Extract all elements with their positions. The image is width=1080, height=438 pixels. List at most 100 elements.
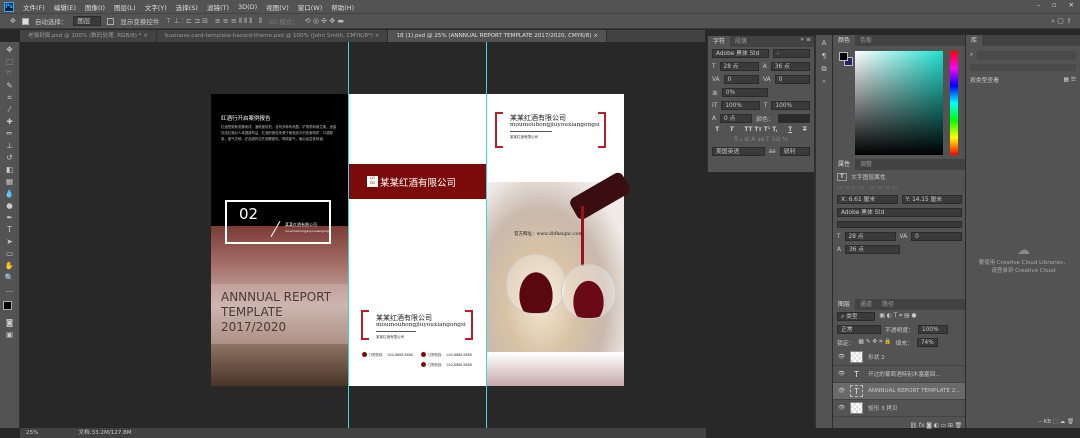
lasso-tool-icon[interactable]: ➰ <box>5 69 14 78</box>
tab-doc-1[interactable]: 老猫封面.psd @ 100% (数码处理, RGB/8) * × <box>20 30 157 42</box>
filter-icons[interactable]: ▣ ◐ T ⌗ ▤ ● <box>879 313 916 320</box>
screen-mode-icon[interactable]: ▣ <box>6 330 13 339</box>
tab-channels[interactable]: 通道 <box>855 299 877 310</box>
panel-menu-icon[interactable]: » ≡ <box>800 36 814 47</box>
fill-input[interactable]: 74% <box>916 338 938 347</box>
menu-view[interactable]: 视图(V) <box>266 2 289 12</box>
font-size-input[interactable]: 28 点 <box>719 62 759 71</box>
search-share-icons[interactable]: ⌕ ▢ ⇪ <box>1051 17 1072 26</box>
hand-tool-icon[interactable]: ✋ <box>5 261 14 270</box>
3d-tools-icons[interactable]: ⟲ ◎ ✣ ✥ ▬ <box>305 17 344 25</box>
document[interactable]: 红酒行开启案例报告 红酒是葡萄发酵而成，酒精度较低，含有多种有机酸、矿物质和维生… <box>211 94 632 386</box>
guide-line[interactable] <box>486 42 487 428</box>
menu-3d[interactable]: 3D(D) <box>238 3 257 11</box>
character-panel-icon[interactable]: A <box>822 39 827 47</box>
tab-character[interactable]: 字符 <box>708 36 731 47</box>
zoom-level[interactable]: 25% <box>26 428 38 438</box>
layer-footer-buttons[interactable]: ⛓ fx ◙ ◐ ▭ ⊞ 🗑 <box>833 421 966 431</box>
maximize-button[interactable]: ▫ <box>1052 1 1056 9</box>
crop-tool-icon[interactable]: ⌗ <box>7 93 11 102</box>
tab-libraries[interactable]: 库 <box>966 35 983 46</box>
char-styles-icon[interactable]: ⧉ <box>822 65 827 74</box>
menu-type[interactable]: 文字(Y) <box>145 2 167 12</box>
opacity-input[interactable]: 100% <box>918 325 948 334</box>
move-tool-icon[interactable]: ✥ <box>10 17 16 25</box>
x-position-input[interactable]: X: 6.61 厘米 <box>837 195 898 204</box>
properties-font-select[interactable]: Adobe 黑体 Std <box>837 208 962 217</box>
horizontal-scale-input[interactable]: 100% <box>771 101 810 110</box>
para-styles-icon[interactable]: ᴬ <box>822 79 825 87</box>
brush-tool-icon[interactable]: ✏ <box>6 129 12 138</box>
menu-layer[interactable]: 图层(L) <box>114 2 136 12</box>
tab-color[interactable]: 颜色 <box>833 35 856 46</box>
grid-list-view-icons[interactable]: ▦ ☰ <box>1063 77 1076 83</box>
menu-select[interactable]: 选择(S) <box>176 2 198 12</box>
guide-line[interactable] <box>348 42 349 428</box>
paragraph-panel-icon[interactable]: ¶ <box>822 52 826 60</box>
marquee-tool-icon[interactable]: ⬚ <box>6 57 13 66</box>
dodge-tool-icon[interactable]: ● <box>6 201 13 210</box>
tab-layers[interactable]: 图层 <box>833 299 856 310</box>
tab-doc-3[interactable]: 18 (1).psd @ 25% (ANNNUAL REPORT TEMPLAT… <box>388 30 608 42</box>
view-by-type-dropdown[interactable]: 按类型查看 <box>970 75 999 84</box>
more-tools-icon[interactable]: … <box>6 285 14 294</box>
quick-select-tool-icon[interactable]: ✎ <box>6 81 12 90</box>
healing-tool-icon[interactable]: ✚ <box>6 117 12 126</box>
text-color-swatch[interactable] <box>777 114 810 123</box>
tracking-input[interactable]: 0 <box>774 75 810 84</box>
text-style-buttons[interactable]: T T TT Tт T¹ T, T T <box>708 125 814 135</box>
layer-item[interactable]: 👁 T 开过的葡萄酒特别木塞塞回... <box>833 366 966 383</box>
properties-leading-input[interactable]: 36 点 <box>844 245 901 254</box>
font-style-select[interactable]: - <box>772 49 810 58</box>
stamp-tool-icon[interactable]: ⊥ <box>6 141 13 150</box>
cc-login-link[interactable]: 请登录到 Creative Cloud <box>966 266 1080 274</box>
close-button[interactable]: ✕ <box>1069 1 1074 9</box>
menu-help[interactable]: 帮助(H) <box>331 2 354 12</box>
zoom-tool-icon[interactable]: 🔍 <box>5 273 14 282</box>
tab-adjustments[interactable]: 调整 <box>855 159 877 170</box>
shape-tool-icon[interactable]: ▭ <box>6 249 13 258</box>
layer-item[interactable]: 👁 矩形 3 拷贝 <box>833 400 966 417</box>
opentype-buttons[interactable]: fi ℴ st A aa T 1st ½ <box>708 135 814 145</box>
kerning-input[interactable]: 0 <box>723 75 759 84</box>
foreground-color[interactable] <box>839 52 848 61</box>
blur-tool-icon[interactable]: 💧 <box>5 189 14 198</box>
visibility-eye-icon[interactable]: 👁 <box>838 405 845 411</box>
pen-tool-icon[interactable]: ✒ <box>6 213 12 222</box>
menu-edit[interactable]: 编辑(E) <box>54 2 76 12</box>
hue-slider[interactable] <box>950 51 958 155</box>
type-tool-icon[interactable]: T <box>7 225 12 234</box>
foreground-background-swatch[interactable] <box>2 301 17 315</box>
menu-file[interactable]: 文件(F) <box>23 2 45 12</box>
tab-paragraph[interactable]: 段落 <box>730 36 752 47</box>
path-select-tool-icon[interactable]: ➤ <box>6 237 12 246</box>
layer-item-selected[interactable]: 👁 T ANNNUAL REPORT TEMPLATE 2... <box>833 383 966 400</box>
tab-properties[interactable]: 属性 <box>833 159 856 170</box>
move-tool-icon[interactable]: ✥ <box>6 45 12 54</box>
properties-size-input[interactable]: 28 点 <box>844 232 896 241</box>
baseline-input[interactable]: 0 点 <box>719 114 753 123</box>
quick-mask-icon[interactable]: ◙ <box>6 318 13 327</box>
visibility-eye-icon[interactable]: 👁 <box>838 371 845 377</box>
auto-select-dropdown[interactable]: 图层 <box>73 16 102 26</box>
show-transform-checkbox[interactable] <box>107 17 115 25</box>
lock-icons[interactable]: ▦ ✎ ✥ ⌗ 🔒 <box>858 339 891 346</box>
library-search-input[interactable] <box>977 51 1076 60</box>
menu-filter[interactable]: 滤镜(T) <box>207 2 229 12</box>
gradient-tool-icon[interactable]: ▦ <box>6 177 13 186</box>
leading-input[interactable]: 36 点 <box>770 62 811 71</box>
y-position-input[interactable]: Y: 14.15 厘米 <box>901 195 962 204</box>
tsume-input[interactable]: 0% <box>721 88 768 97</box>
history-brush-icon[interactable]: ↺ <box>6 153 12 162</box>
blend-mode-select[interactable]: 正常 <box>837 325 881 334</box>
tab-doc-2[interactable]: business-card-template-hazard-theme.psd … <box>157 30 389 42</box>
antialias-select[interactable]: 锐利 <box>779 147 810 156</box>
tab-paths[interactable]: 路径 <box>877 299 899 310</box>
menu-window[interactable]: 窗口(W) <box>298 2 323 12</box>
align-icons[interactable]: ⊤ ⊥ ⫶ ⊏ ⊐ ⊟ ≡ ≡ ≡ ⫴ ⫴ ⫴ ⦀ <box>165 17 262 26</box>
font-family-select[interactable]: Adobe 黑体 Std <box>712 49 769 58</box>
color-field[interactable] <box>855 51 943 155</box>
eyedropper-tool-icon[interactable]: ⁄ <box>9 105 10 114</box>
auto-select-checkbox[interactable] <box>21 17 29 25</box>
language-select[interactable]: 美国英语 <box>712 147 765 156</box>
